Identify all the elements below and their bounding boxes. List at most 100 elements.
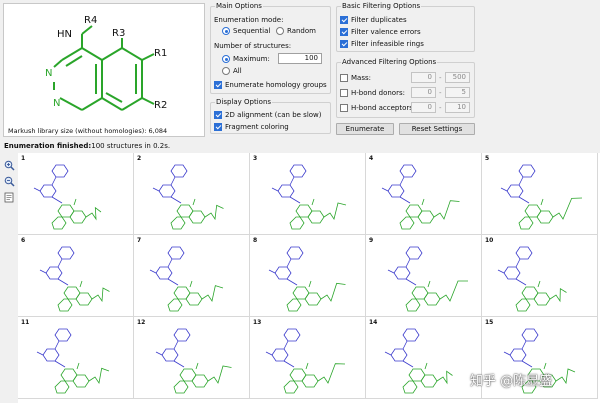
filter-duplicates-label: Filter duplicates xyxy=(351,16,407,24)
maximum-label: Maximum: xyxy=(233,55,270,63)
structure-drawing xyxy=(39,246,110,312)
filter-rings-label: Filter infeasible rings xyxy=(351,40,424,48)
structure-cell[interactable]: 4 xyxy=(366,153,482,235)
filter-valence-checkbox[interactable]: Filter valence errors xyxy=(340,28,421,36)
structure-cell[interactable]: 9 xyxy=(366,235,482,317)
checkbox-indicator[interactable] xyxy=(340,74,348,82)
hn-label: HN xyxy=(57,29,72,40)
donors-min-input[interactable]: 0 xyxy=(411,87,436,98)
structure-cell[interactable]: 14 xyxy=(366,317,482,399)
structure-cell[interactable]: 12 xyxy=(134,317,250,399)
filter-duplicates-checkbox[interactable]: Filter duplicates xyxy=(340,16,407,24)
structure-drawing xyxy=(265,328,346,394)
h-donors-label: H-bond donors: xyxy=(351,89,405,97)
checkbox-indicator[interactable] xyxy=(340,40,348,48)
structure-cell[interactable]: 13 xyxy=(250,317,366,399)
filter-valence-label: Filter valence errors xyxy=(351,28,421,36)
structure-cell[interactable]: 10 xyxy=(482,235,598,317)
export-icon[interactable] xyxy=(4,192,15,203)
fragment-coloring-label: Fragment coloring xyxy=(225,123,289,131)
sequential-label: Sequential xyxy=(233,27,271,35)
structure-drawing xyxy=(36,328,110,394)
mass-min-input[interactable]: 0 xyxy=(411,72,436,83)
h-acceptors-checkbox[interactable]: H-bond acceptors: xyxy=(340,104,415,112)
zoom-in-icon[interactable] xyxy=(4,160,15,171)
advanced-filtering-title: Advanced Filtering Options xyxy=(341,58,438,66)
maximum-input[interactable]: 100 xyxy=(278,53,322,64)
watermark-text: 知乎 @陈显盛 xyxy=(470,374,553,389)
alignment-checkbox[interactable]: 2D alignment (can be slow) xyxy=(214,111,322,119)
structure-drawing xyxy=(33,164,102,230)
r4-label: R4 xyxy=(84,15,98,26)
n-atom-label: N xyxy=(45,68,53,79)
reset-settings-button[interactable]: Reset Settings xyxy=(399,123,475,135)
homology-checkbox[interactable]: Enumerate homology groups xyxy=(214,81,327,89)
h-donors-checkbox[interactable]: H-bond donors: xyxy=(340,89,405,97)
r3-label: R3 xyxy=(112,28,126,39)
zoom-out-icon[interactable] xyxy=(4,176,15,187)
acceptors-min-input[interactable]: 0 xyxy=(411,102,436,113)
structure-drawing xyxy=(271,164,347,230)
enum-mode-label: Enumeration mode: xyxy=(214,16,284,24)
radio-indicator[interactable] xyxy=(222,67,230,75)
alignment-label: 2D alignment (can be slow) xyxy=(225,111,322,119)
checkbox-indicator[interactable] xyxy=(340,89,348,97)
main-options-title: Main Options xyxy=(215,2,263,10)
donors-max-input[interactable]: 5 xyxy=(445,87,470,98)
basic-filtering-title: Basic Filtering Options xyxy=(341,2,422,10)
all-radio[interactable]: All xyxy=(222,67,242,75)
h-acceptors-label: H-bond acceptors: xyxy=(351,104,416,112)
checkbox-indicator[interactable] xyxy=(340,104,348,112)
random-radio[interactable]: Random xyxy=(276,27,316,35)
range-dash: - xyxy=(439,89,442,97)
structure-cell[interactable]: 11 xyxy=(18,317,134,399)
filter-rings-checkbox[interactable]: Filter infeasible rings xyxy=(340,40,424,48)
structure-drawing xyxy=(268,246,346,312)
fragment-coloring-checkbox[interactable]: Fragment coloring xyxy=(214,123,289,131)
checkbox-indicator[interactable] xyxy=(340,28,348,36)
structure-drawing xyxy=(155,328,232,394)
all-label: All xyxy=(233,67,242,75)
library-size-text: Markush library size (without homologies… xyxy=(8,127,168,135)
mass-max-input[interactable]: 500 xyxy=(445,72,470,83)
status-text: Enumeration finished: 100 structures in … xyxy=(4,142,170,150)
structure-cell[interactable]: 7 xyxy=(134,235,250,317)
checkbox-indicator[interactable] xyxy=(340,16,348,24)
r1-label: R1 xyxy=(154,48,168,59)
range-dash: - xyxy=(439,74,442,82)
structure-drawing xyxy=(497,246,567,312)
structure-drawing xyxy=(152,164,224,230)
results-grid[interactable]: 1 2 3 4 5 6 7 8 9 10 11 12 13 14 15 xyxy=(18,153,600,403)
structure-cell[interactable]: 3 xyxy=(250,153,366,235)
random-label: Random xyxy=(287,27,316,35)
homology-label: Enumerate homology groups xyxy=(225,81,327,89)
display-options-title: Display Options xyxy=(215,98,273,106)
radio-indicator[interactable] xyxy=(222,27,230,35)
checkbox-indicator[interactable] xyxy=(214,81,222,89)
radio-indicator[interactable] xyxy=(222,55,230,63)
structure-cell[interactable]: 1 xyxy=(18,153,134,235)
structure-drawing xyxy=(384,328,453,394)
structure-cell[interactable]: 2 xyxy=(134,153,250,235)
mass-label: Mass: xyxy=(351,74,371,82)
structure-cell[interactable]: 5 xyxy=(482,153,598,235)
markush-structure-panel[interactable]: HN R4 R3 R1 R2 N N Markush library size … xyxy=(3,3,205,137)
structure-drawing xyxy=(381,164,460,230)
structure-drawing xyxy=(500,164,583,230)
radio-indicator[interactable] xyxy=(276,27,284,35)
acceptors-max-input[interactable]: 10 xyxy=(445,102,470,113)
maximum-radio[interactable]: Maximum: xyxy=(222,55,270,63)
structure-cell[interactable]: 8 xyxy=(250,235,366,317)
mass-checkbox[interactable]: Mass: xyxy=(340,74,371,82)
sequential-radio[interactable]: Sequential xyxy=(222,27,270,35)
checkbox-indicator[interactable] xyxy=(214,111,222,119)
status-rest: 100 structures in 0.2s. xyxy=(91,142,171,150)
structure-drawing xyxy=(149,246,224,312)
structure-drawing xyxy=(387,246,468,312)
structure-cell[interactable]: 6 xyxy=(18,235,134,317)
checkbox-indicator[interactable] xyxy=(214,123,222,131)
n-atom-label: N xyxy=(53,98,61,109)
r2-label: R2 xyxy=(154,100,168,111)
markush-structure-drawing xyxy=(53,25,155,111)
enumerate-button[interactable]: Enumerate xyxy=(336,123,394,135)
